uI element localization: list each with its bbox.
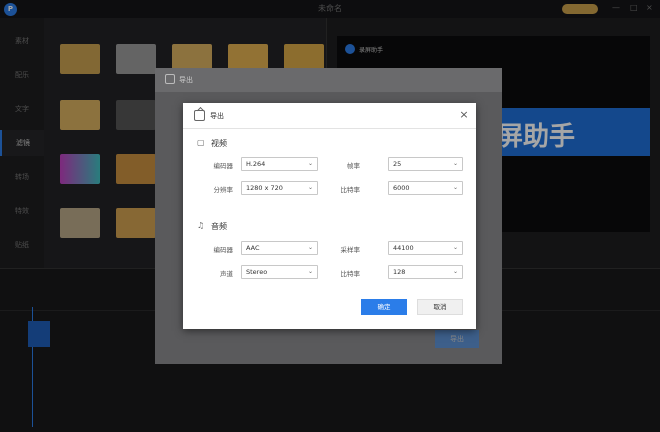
video-encoder-label: 编码器 (213, 162, 234, 170)
framerate-select[interactable]: 25 ⌄ (388, 157, 463, 171)
resolution-value: 1280 x 720 (246, 184, 283, 192)
resolution-label: 分辨率 (213, 186, 234, 194)
export-icon (165, 74, 175, 84)
video-icon: ▢ (197, 138, 205, 147)
chevron-down-icon: ⌄ (307, 244, 313, 251)
audio-encoder-label: 编码器 (213, 246, 234, 254)
chevron-down-icon: ⌄ (452, 160, 458, 167)
resolution-select[interactable]: 1280 x 720 ⌄ (241, 181, 318, 195)
export-icon (194, 110, 205, 121)
outer-export-button[interactable]: 导出 (435, 330, 479, 348)
confirm-button[interactable]: 确定 (361, 299, 407, 315)
chevron-down-icon: ⌄ (307, 268, 313, 275)
chevron-down-icon: ⌄ (452, 184, 458, 191)
outer-dialog-header: 导出 (155, 68, 502, 92)
audio-icon: ♫ (197, 221, 205, 230)
dialog-header: 导出 × (183, 103, 476, 129)
audio-encoder-select[interactable]: AAC ⌄ (241, 241, 318, 255)
export-dialog: 导出 × ▢ 视频 编码器 H.264 ⌄ 帧率 25 ⌄ 分辨率 1280 x… (183, 103, 476, 329)
video-encoder-value: H.264 (246, 160, 266, 168)
chevron-down-icon: ⌄ (452, 244, 458, 251)
channel-value: Stereo (246, 268, 268, 276)
samplerate-select[interactable]: 44100 ⌄ (388, 241, 463, 255)
audio-bitrate-label: 比特率 (340, 270, 361, 278)
cancel-button[interactable]: 取消 (417, 299, 463, 315)
audio-bitrate-value: 128 (393, 268, 406, 276)
video-bitrate-label: 比特率 (340, 186, 361, 194)
dialog-title: 导出 (210, 112, 224, 120)
chevron-down-icon: ⌄ (452, 268, 458, 275)
samplerate-label: 采样率 (340, 246, 361, 254)
audio-section-title: 音频 (211, 222, 227, 231)
audio-encoder-value: AAC (246, 244, 260, 252)
outer-dialog-title: 导出 (179, 76, 193, 84)
chevron-down-icon: ⌄ (307, 184, 313, 191)
channel-label: 声道 (220, 270, 233, 278)
video-encoder-select[interactable]: H.264 ⌄ (241, 157, 318, 171)
channel-select[interactable]: Stereo ⌄ (241, 265, 318, 279)
audio-bitrate-select[interactable]: 128 ⌄ (388, 265, 463, 279)
video-bitrate-select[interactable]: 6000 ⌄ (388, 181, 463, 195)
video-bitrate-value: 6000 (393, 184, 410, 192)
framerate-label: 帧率 (347, 162, 360, 170)
chevron-down-icon: ⌄ (307, 160, 313, 167)
close-icon[interactable]: × (457, 108, 471, 122)
samplerate-value: 44100 (393, 244, 414, 252)
video-section-title: 视频 (211, 139, 227, 148)
framerate-value: 25 (393, 160, 402, 168)
